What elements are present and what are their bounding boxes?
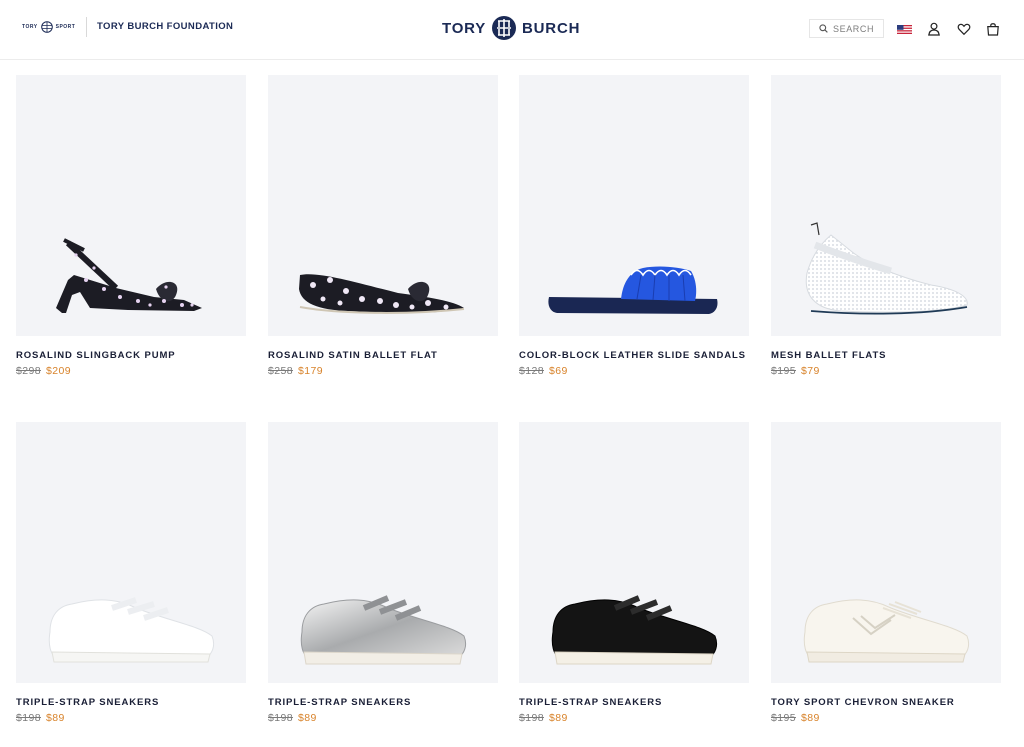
original-price: $195 — [771, 365, 796, 377]
slingback-pump-image — [56, 238, 202, 313]
original-price: $198 — [16, 712, 41, 724]
sale-price: $209 — [45, 365, 71, 377]
tory-sport-logo-right: SPORT — [55, 24, 76, 30]
chevron-sneaker-image — [803, 599, 970, 663]
slide-sandal-image — [548, 266, 718, 314]
product-card[interactable]: TRIPLE-STRAP SNEAKERS $198 $89 — [519, 422, 749, 724]
account-icon[interactable] — [927, 22, 941, 36]
brand-logo-right: BURCH — [522, 19, 581, 37]
tory-sport-logo[interactable]: TORY SPORT — [22, 20, 75, 34]
sale-price: $89 — [45, 712, 65, 724]
sale-price: $89 — [297, 712, 317, 724]
product-price: $198 $89 — [16, 712, 246, 724]
original-price: $298 — [16, 365, 41, 377]
foundation-link[interactable]: TORY BURCH FOUNDATION — [97, 21, 233, 32]
product-name[interactable]: MESH BALLET FLATS — [771, 350, 1001, 361]
original-price: $258 — [268, 365, 293, 377]
product-card[interactable]: TRIPLE-STRAP SNEAKERS $198 $89 — [268, 422, 498, 724]
shopping-bag-icon[interactable] — [986, 22, 1000, 36]
us-flag-icon[interactable] — [897, 25, 912, 34]
product-name[interactable]: TRIPLE-STRAP SNEAKERS — [16, 697, 246, 708]
product-name[interactable]: COLOR-BLOCK LEATHER SLIDE SANDALS — [519, 350, 749, 361]
product-image[interactable] — [16, 75, 246, 336]
product-name[interactable]: TORY SPORT CHEVRON SNEAKER — [771, 697, 1001, 708]
header-divider — [86, 17, 87, 37]
product-image[interactable] — [771, 422, 1001, 683]
satin-ballet-flat-image — [299, 274, 465, 314]
product-card[interactable]: TORY SPORT CHEVRON SNEAKER $195 $89 — [771, 422, 1001, 724]
product-name[interactable]: ROSALIND SATIN BALLET FLAT — [268, 350, 498, 361]
product-card[interactable]: ROSALIND SLINGBACK PUMP $298 $209 — [16, 75, 246, 377]
wishlist-heart-icon[interactable] — [957, 22, 971, 36]
black-triple-strap-sneaker-image — [551, 595, 718, 665]
product-price: $128 $69 — [519, 365, 749, 377]
original-price: $128 — [519, 365, 544, 377]
tory-burch-emblem-icon — [492, 16, 517, 40]
tory-sport-logo-left: TORY — [22, 24, 38, 30]
product-name[interactable]: TRIPLE-STRAP SNEAKERS — [268, 697, 498, 708]
product-card[interactable]: TRIPLE-STRAP SNEAKERS $198 $89 — [16, 422, 246, 724]
mesh-ballet-flat-image — [805, 222, 968, 315]
product-image[interactable] — [268, 422, 498, 683]
site-header: TORY SPORT TORY BURCH FOUNDATION TORY BU… — [0, 0, 1024, 60]
product-name[interactable]: TRIPLE-STRAP SNEAKERS — [519, 697, 749, 708]
original-price: $198 — [519, 712, 544, 724]
product-card[interactable]: MESH BALLET FLATS $195 $79 — [771, 75, 1001, 377]
search-button[interactable]: SEARCH — [809, 19, 884, 38]
search-icon — [819, 24, 828, 33]
sale-price: $89 — [800, 712, 820, 724]
search-label: SEARCH — [833, 23, 875, 34]
product-image[interactable] — [268, 75, 498, 336]
product-price: $298 $209 — [16, 365, 246, 377]
product-image[interactable] — [519, 422, 749, 683]
product-price: $195 $79 — [771, 365, 1001, 377]
product-price: $198 $89 — [268, 712, 498, 724]
product-name[interactable]: ROSALIND SLINGBACK PUMP — [16, 350, 246, 361]
original-price: $195 — [771, 712, 796, 724]
product-card[interactable]: ROSALIND SATIN BALLET FLAT $258 $179 — [268, 75, 498, 377]
brand-logo[interactable]: TORY BURCH — [442, 14, 580, 42]
product-image[interactable] — [16, 422, 246, 683]
product-image[interactable] — [771, 75, 1001, 336]
silver-triple-strap-sneaker-image — [300, 595, 467, 665]
sale-price: $79 — [800, 365, 820, 377]
product-card[interactable]: COLOR-BLOCK LEATHER SLIDE SANDALS $128 $6… — [519, 75, 749, 377]
product-price: $198 $89 — [519, 712, 749, 724]
sale-price: $179 — [297, 365, 323, 377]
brand-logo-left: TORY — [442, 19, 487, 37]
product-price: $258 $179 — [268, 365, 498, 377]
sale-price: $69 — [548, 365, 568, 377]
product-price: $195 $89 — [771, 712, 1001, 724]
original-price: $198 — [268, 712, 293, 724]
product-image[interactable] — [519, 75, 749, 336]
white-triple-strap-sneaker-image — [48, 597, 215, 663]
sale-price: $89 — [548, 712, 568, 724]
tory-sport-emblem-icon — [40, 21, 53, 33]
